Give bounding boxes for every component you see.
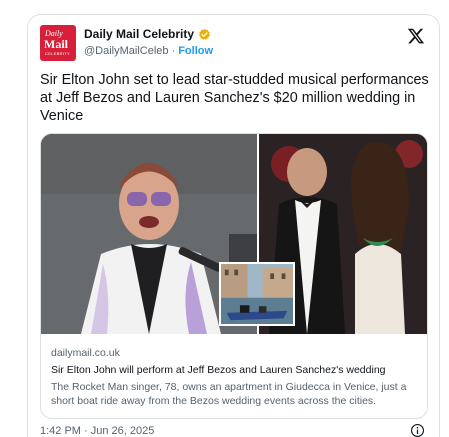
link-description: The Rocket Man singer, 78, owns an apart… [51,381,407,407]
verified-badge-icon [199,28,211,40]
info-icon[interactable] [410,423,425,437]
link-domain[interactable]: dailymail.co.uk [51,347,120,359]
link-title[interactable]: Sir Elton John will perform at Jeff Bezo… [51,364,421,376]
avatar-text-celebrity: CELEBRITY [45,51,70,56]
avatar-text-mail: Mail [44,37,68,51]
account-avatar[interactable]: Daily Mail CELEBRITY [40,25,76,61]
account-name-row: Daily Mail Celebrity [84,27,211,41]
account-handle-row: @DailyMailCeleb · Follow [84,45,213,57]
account-display-name[interactable]: Daily Mail Celebrity [84,27,194,41]
tweet-text: Sir Elton John set to lead star-studded … [40,72,429,124]
handle-separator: · [171,45,176,57]
photo-venice-inset [219,262,295,326]
tweet-embed-card[interactable]: Daily Mail CELEBRITY Daily Mail Celebrit… [27,14,440,437]
follow-button[interactable]: Follow [178,45,213,57]
account-handle[interactable]: @DailyMailCeleb [84,45,169,57]
x-logo-icon[interactable] [407,27,425,45]
link-preview-card[interactable]: dailymail.co.uk Sir Elton John will perf… [40,133,428,419]
tweet-timestamp[interactable]: 1:42 PM · Jun 26, 2025 [40,425,154,437]
